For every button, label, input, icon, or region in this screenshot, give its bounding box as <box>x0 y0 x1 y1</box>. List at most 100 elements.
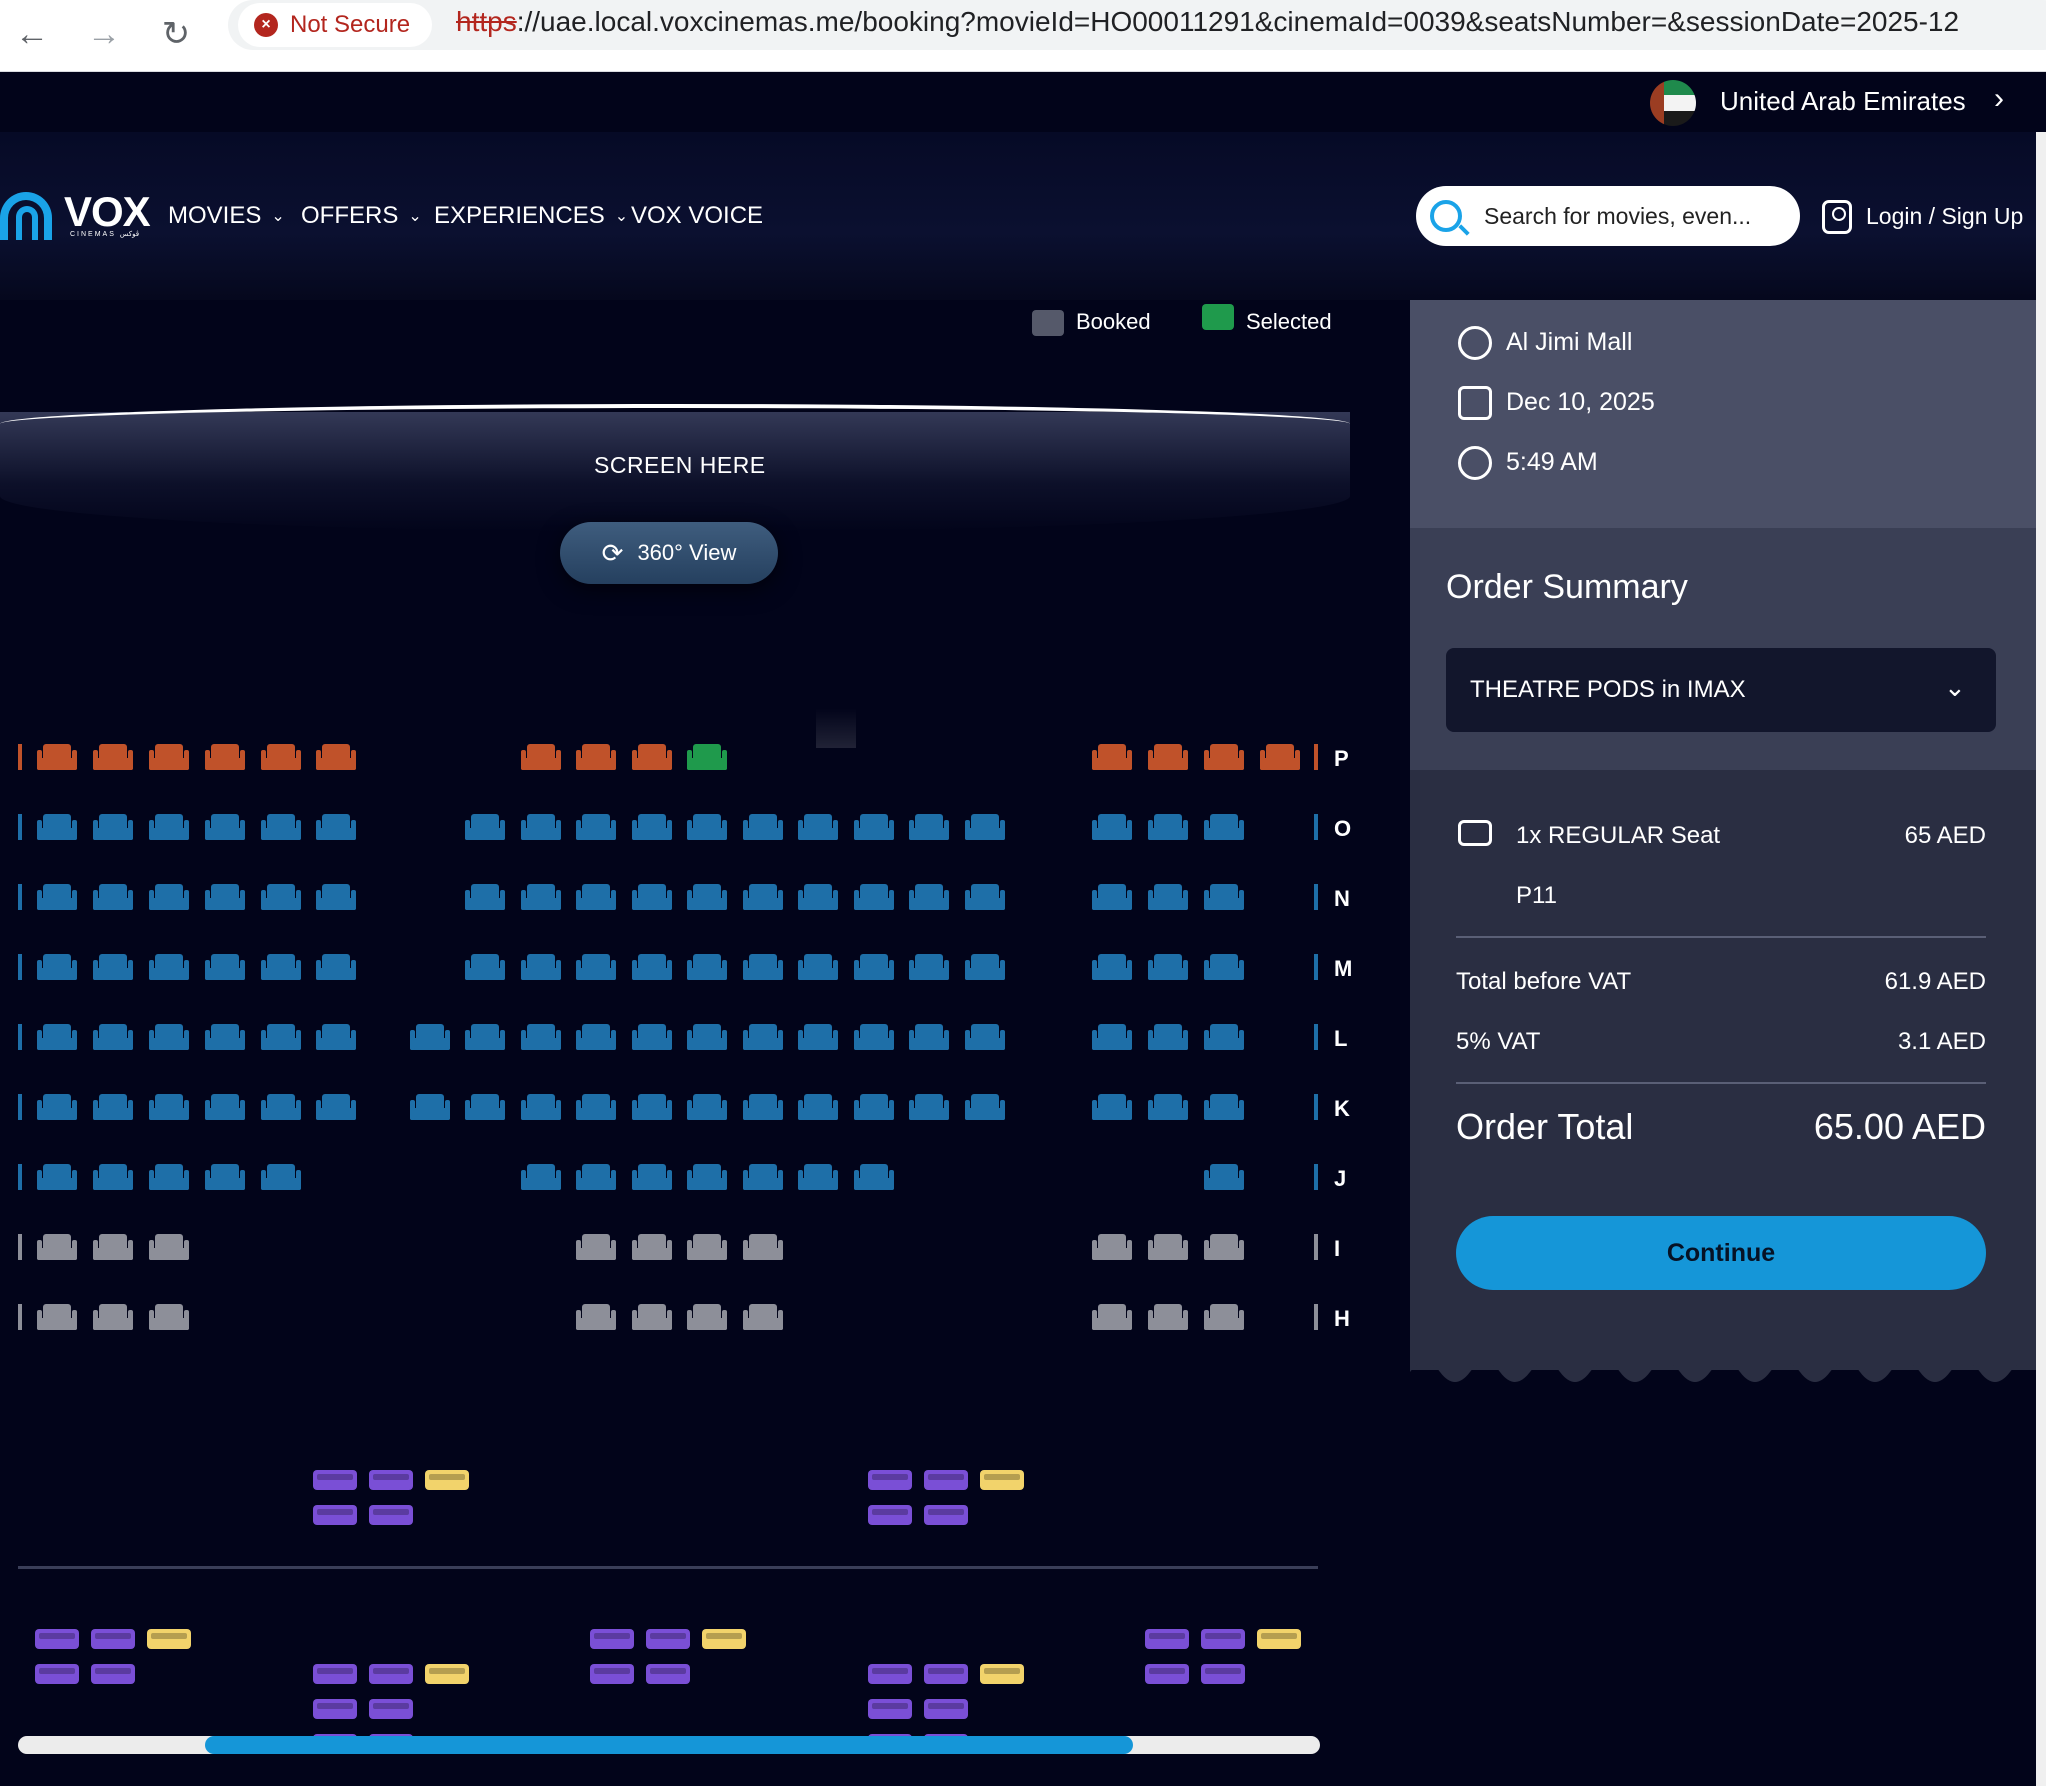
security-indicator[interactable]: × Not Secure <box>238 3 433 47</box>
seat[interactable] <box>1148 814 1188 840</box>
seat[interactable] <box>93 1024 133 1050</box>
seat[interactable] <box>1204 1024 1244 1050</box>
seat[interactable] <box>410 1094 450 1120</box>
seat[interactable] <box>965 814 1005 840</box>
seat[interactable] <box>687 1304 727 1330</box>
seat[interactable] <box>37 1304 77 1330</box>
seat[interactable] <box>1148 1024 1188 1050</box>
seat[interactable] <box>576 884 616 910</box>
back-arrow-icon[interactable]: ← <box>4 6 60 62</box>
reload-icon[interactable]: ↻ <box>148 6 204 62</box>
seat[interactable] <box>261 1094 301 1120</box>
seat[interactable] <box>909 954 949 980</box>
pod-seat[interactable] <box>313 1699 357 1719</box>
seat[interactable] <box>205 884 245 910</box>
seat[interactable] <box>576 744 616 770</box>
pod-seat[interactable] <box>868 1505 912 1525</box>
seat[interactable] <box>465 1024 505 1050</box>
seat[interactable] <box>93 744 133 770</box>
seat[interactable] <box>149 814 189 840</box>
seat[interactable] <box>965 1094 1005 1120</box>
pod-seat[interactable] <box>924 1664 968 1684</box>
seat[interactable] <box>909 1024 949 1050</box>
seat[interactable] <box>37 814 77 840</box>
seat[interactable] <box>632 1164 672 1190</box>
seat[interactable] <box>798 814 838 840</box>
seat[interactable] <box>521 1094 561 1120</box>
pod-seat[interactable] <box>35 1629 79 1649</box>
vox-logo[interactable]: VOX <box>64 188 151 236</box>
seat[interactable] <box>1148 1094 1188 1120</box>
seat[interactable] <box>687 1234 727 1260</box>
pod-seat[interactable] <box>868 1699 912 1719</box>
pod-seat-premium[interactable] <box>702 1629 746 1649</box>
pod-seat[interactable] <box>91 1664 135 1684</box>
seat[interactable] <box>149 954 189 980</box>
pod-seat[interactable] <box>1145 1629 1189 1649</box>
seat[interactable] <box>37 1164 77 1190</box>
continue-button[interactable]: Continue <box>1456 1216 1986 1290</box>
seat[interactable] <box>687 884 727 910</box>
seat[interactable] <box>261 1024 301 1050</box>
vertical-scrollbar[interactable] <box>2036 132 2046 1786</box>
pod-seat[interactable] <box>35 1664 79 1684</box>
nav-experiences[interactable]: EXPERIENCES ⌄ <box>434 202 628 230</box>
pod-seat[interactable] <box>313 1664 357 1684</box>
seat[interactable] <box>205 954 245 980</box>
seat[interactable] <box>93 1234 133 1260</box>
seat[interactable] <box>465 884 505 910</box>
pod-seat[interactable] <box>1201 1664 1245 1684</box>
seat[interactable] <box>205 1164 245 1190</box>
seat[interactable] <box>1092 744 1132 770</box>
seat[interactable] <box>521 814 561 840</box>
seat[interactable] <box>149 1094 189 1120</box>
seat[interactable] <box>854 1164 894 1190</box>
pod-seat[interactable] <box>1201 1629 1245 1649</box>
pod-seat[interactable] <box>313 1505 357 1525</box>
seat[interactable] <box>465 1094 505 1120</box>
seat[interactable] <box>854 884 894 910</box>
seat[interactable] <box>743 1024 783 1050</box>
seat[interactable] <box>1092 1234 1132 1260</box>
seat[interactable] <box>687 954 727 980</box>
seat[interactable] <box>632 1024 672 1050</box>
seat[interactable] <box>93 1164 133 1190</box>
seat[interactable] <box>149 1234 189 1260</box>
seat[interactable] <box>37 884 77 910</box>
seat[interactable] <box>205 1024 245 1050</box>
seat[interactable] <box>909 884 949 910</box>
seat[interactable] <box>576 814 616 840</box>
seat[interactable] <box>316 884 356 910</box>
seat[interactable] <box>205 744 245 770</box>
seat[interactable] <box>632 1234 672 1260</box>
pod-seat[interactable] <box>924 1699 968 1719</box>
url-text[interactable]: https://uae.local.voxcinemas.me/booking?… <box>456 6 1959 38</box>
seat[interactable] <box>1204 884 1244 910</box>
search-icon[interactable] <box>1430 200 1462 232</box>
pod-seat[interactable] <box>868 1664 912 1684</box>
seat[interactable] <box>1092 814 1132 840</box>
seat[interactable] <box>909 814 949 840</box>
pod-seat-premium[interactable] <box>980 1664 1024 1684</box>
seat[interactable] <box>798 1164 838 1190</box>
uae-flag-icon[interactable] <box>1650 80 1696 126</box>
seat[interactable] <box>965 1024 1005 1050</box>
seat[interactable] <box>632 814 672 840</box>
seat[interactable] <box>743 1234 783 1260</box>
chevron-down-icon[interactable]: ⌄ <box>1944 672 1966 703</box>
seat[interactable] <box>93 884 133 910</box>
seat[interactable] <box>854 814 894 840</box>
pod-seat[interactable] <box>590 1629 634 1649</box>
seat[interactable] <box>965 884 1005 910</box>
seat[interactable] <box>316 1024 356 1050</box>
seat[interactable] <box>743 884 783 910</box>
seat[interactable] <box>521 744 561 770</box>
seat[interactable] <box>743 954 783 980</box>
seat[interactable] <box>1148 744 1188 770</box>
seat[interactable] <box>93 1094 133 1120</box>
seat[interactable] <box>965 954 1005 980</box>
selected-seat[interactable] <box>687 744 727 770</box>
pod-seat[interactable] <box>369 1699 413 1719</box>
seat[interactable] <box>1204 814 1244 840</box>
seat[interactable] <box>687 814 727 840</box>
